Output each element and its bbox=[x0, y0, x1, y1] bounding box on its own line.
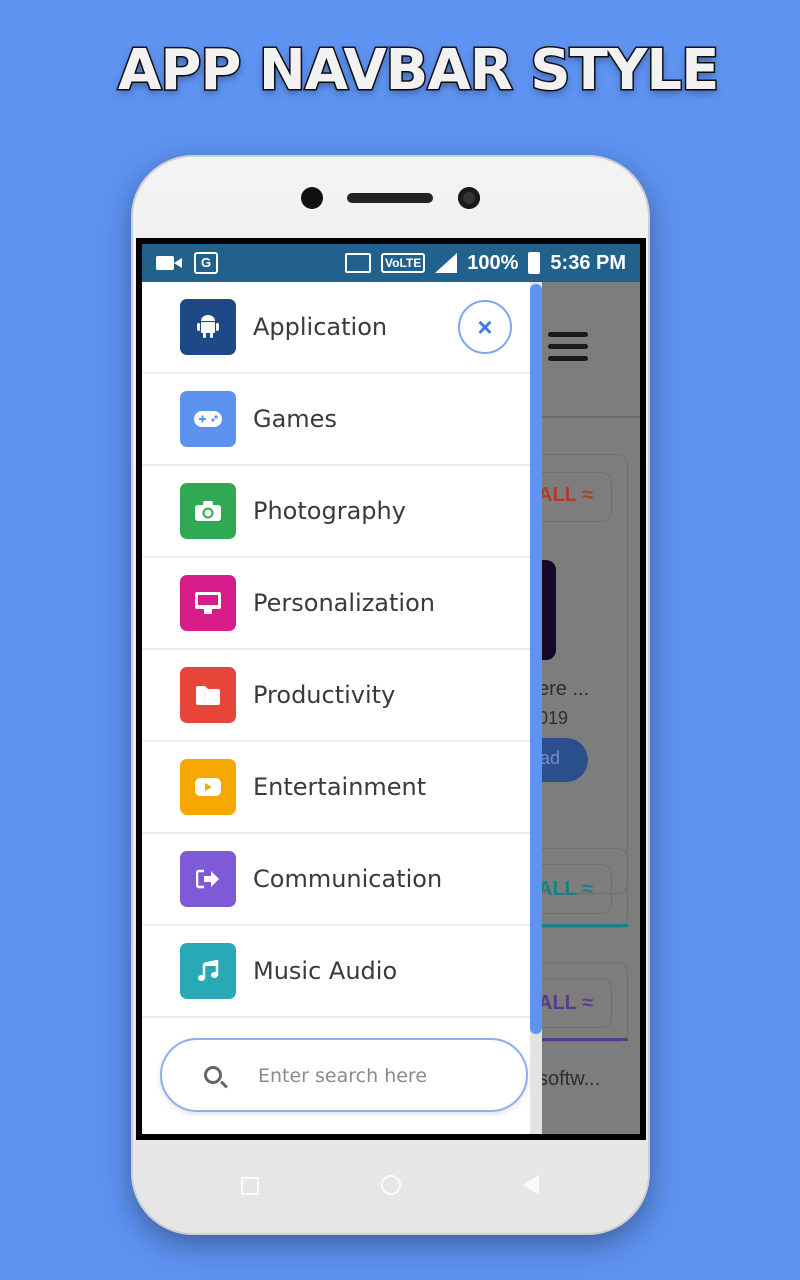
search-icon bbox=[204, 1066, 222, 1084]
view-all-label: ALL ≈ bbox=[538, 484, 594, 506]
triangle-back-icon bbox=[523, 1175, 539, 1195]
drawer-item-label: Communication bbox=[253, 865, 443, 893]
phone-screen: G VoLTE 100% 5:36 PM ALL ≈ ere ... 019 a… bbox=[136, 238, 646, 1140]
hamburger-menu-icon[interactable] bbox=[548, 332, 588, 362]
drawer-item-games[interactable]: Games bbox=[142, 374, 530, 466]
android-icon bbox=[180, 299, 236, 355]
recent-apps-button[interactable] bbox=[241, 1175, 259, 1201]
drawer-item-productivity[interactable]: Productivity bbox=[142, 650, 530, 742]
monitor-icon bbox=[180, 575, 236, 631]
volte-icon: VoLTE bbox=[381, 253, 426, 273]
close-drawer-button[interactable]: × bbox=[458, 300, 512, 354]
video-camera-icon bbox=[156, 256, 182, 270]
youtube-icon bbox=[180, 759, 236, 815]
cast-icon bbox=[345, 253, 372, 273]
app-content: ALL ≈ ere ... 019 ad ALL ≈ ALL ≈ softw..… bbox=[142, 282, 640, 1134]
status-bar: G VoLTE 100% 5:36 PM bbox=[142, 244, 640, 282]
proximity-sensor bbox=[301, 187, 323, 209]
google-translate-icon: G bbox=[194, 252, 218, 274]
sign-out-icon bbox=[180, 851, 236, 907]
folder-icon bbox=[180, 667, 236, 723]
search-box[interactable] bbox=[160, 1038, 528, 1112]
app-card-title: softw... bbox=[538, 1068, 601, 1090]
battery-icon bbox=[528, 252, 541, 274]
clock: 5:36 PM bbox=[550, 251, 626, 274]
app-card-title: ere ... bbox=[538, 678, 590, 700]
view-all-label: ALL ≈ bbox=[538, 992, 594, 1014]
drawer-scrollbar-thumb[interactable] bbox=[530, 284, 542, 1034]
back-button[interactable] bbox=[523, 1175, 539, 1201]
drawer-item-label: Games bbox=[253, 405, 337, 433]
rss-icon: ≈ bbox=[582, 484, 594, 506]
circle-icon bbox=[381, 1175, 401, 1195]
drawer-item-communication[interactable]: Communication bbox=[142, 834, 530, 926]
app-card-date: 019 bbox=[538, 708, 569, 728]
drawer-item-photography[interactable]: Photography bbox=[142, 466, 530, 558]
close-icon: × bbox=[477, 311, 493, 342]
drawer-item-label: Music Audio bbox=[253, 957, 398, 985]
drawer-item-label: Application bbox=[253, 313, 388, 341]
square-icon bbox=[241, 1177, 259, 1195]
banner-title: APP NAVBAR STYLE bbox=[116, 37, 720, 105]
drawer-item-label: Personalization bbox=[253, 589, 435, 617]
front-camera bbox=[458, 187, 480, 209]
rss-icon: ≈ bbox=[582, 992, 594, 1014]
drawer-item-application[interactable]: Application × bbox=[142, 282, 530, 374]
search-input[interactable] bbox=[258, 1058, 508, 1094]
gamepad-icon bbox=[180, 391, 236, 447]
battery-percent: 100% bbox=[467, 251, 519, 274]
camera-icon bbox=[180, 483, 236, 539]
drawer-item-personalization[interactable]: Personalization bbox=[142, 558, 530, 650]
home-button[interactable] bbox=[381, 1175, 401, 1201]
earpiece-speaker bbox=[347, 193, 433, 203]
signal-4g-icon bbox=[435, 253, 458, 273]
navigation-drawer: Application × Games Photography Personal… bbox=[142, 282, 530, 1134]
drawer-item-label: Entertainment bbox=[253, 773, 427, 801]
view-all-label: ALL ≈ bbox=[538, 878, 594, 900]
drawer-item-music-audio[interactable]: Music Audio bbox=[142, 926, 530, 1018]
rss-icon: ≈ bbox=[582, 878, 594, 900]
drawer-item-label: Productivity bbox=[253, 681, 396, 709]
drawer-item-entertainment[interactable]: Entertainment bbox=[142, 742, 530, 834]
music-note-icon bbox=[180, 943, 236, 999]
drawer-item-label: Photography bbox=[253, 497, 406, 525]
